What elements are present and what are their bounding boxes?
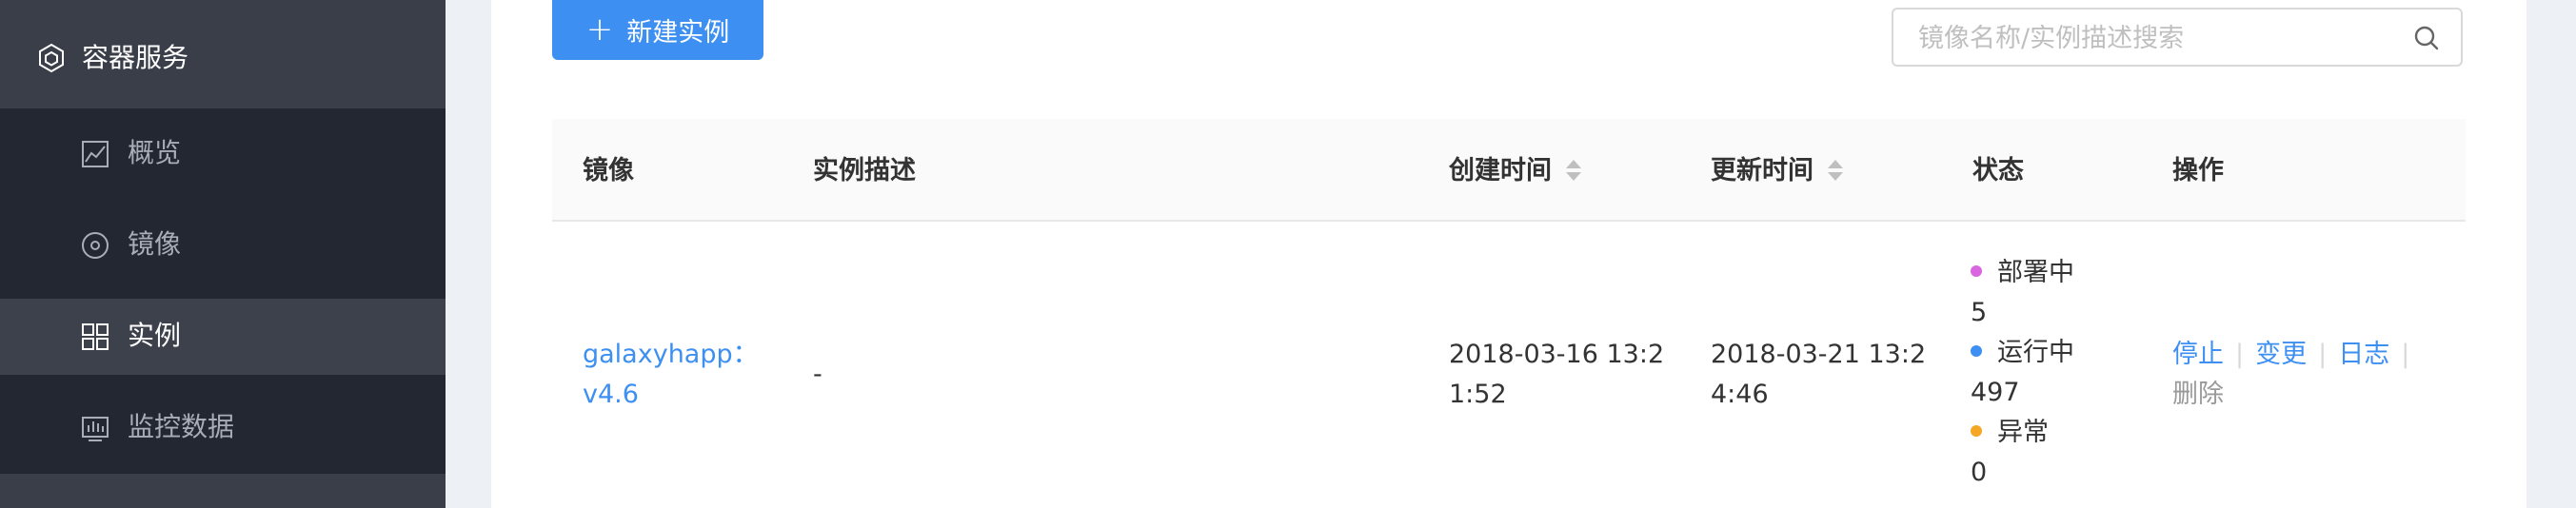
disc-icon	[82, 232, 109, 259]
sort-icon[interactable]	[1827, 158, 1844, 183]
status-label: 运行中	[1997, 338, 2074, 367]
sidebar-item-instances[interactable]: 实例	[0, 299, 446, 375]
image-version: v4.6	[583, 380, 639, 409]
action-divider: |	[2235, 340, 2245, 369]
chart-line-icon	[82, 141, 109, 167]
column-header-image: 镜像	[583, 156, 634, 186]
monitor-bars-icon	[82, 417, 109, 441]
delete-link[interactable]: 删除	[2172, 380, 2224, 409]
sidebar-item-label: 实例	[128, 320, 182, 351]
image-name: galaxyhapp：	[583, 340, 759, 369]
container-hexagon-icon	[39, 43, 64, 73]
status-dot	[1971, 264, 1982, 277]
updated-time-line2: 4:46	[1711, 380, 1769, 409]
created-time-line2: 1:52	[1449, 380, 1507, 409]
search-icon[interactable]	[2413, 25, 2440, 51]
action-divider: |	[2318, 340, 2328, 369]
sidebar-header-label: 容器服务	[82, 42, 189, 73]
status-deploying: 部署中 5	[1971, 253, 2074, 333]
grid-icon	[82, 323, 109, 350]
sidebar-item-monitoring[interactable]: 监控数据	[0, 390, 446, 466]
created-time-line1: 2018-03-16 13:2	[1449, 340, 1665, 369]
sort-icon[interactable]	[1565, 158, 1582, 183]
status-count: 0	[1971, 458, 1988, 487]
log-link[interactable]: 日志	[2338, 340, 2389, 369]
plus-icon: +	[585, 10, 614, 49]
sidebar-item-label: 镜像	[128, 228, 182, 260]
main-panel	[491, 0, 2526, 508]
sidebar-item-label: 概览	[128, 137, 182, 168]
change-link[interactable]: 变更	[2255, 340, 2307, 369]
status-label: 部署中	[1997, 258, 2074, 287]
column-header-created-label: 创建时间	[1449, 156, 1552, 186]
sidebar-item-images[interactable]: 镜像	[0, 207, 446, 283]
image-link[interactable]: galaxyhapp： v4.6	[583, 335, 759, 415]
new-instance-button[interactable]: + 新建实例	[552, 0, 763, 60]
column-header-status: 状态	[1972, 156, 2024, 186]
new-instance-button-label: 新建实例	[626, 18, 730, 48]
row-actions: 停止 | 变更 | 日志 | 删除	[2172, 335, 2439, 415]
column-header-description: 实例描述	[813, 156, 916, 186]
status-dot	[1971, 424, 1982, 437]
status-error: 异常 0	[1971, 413, 2049, 493]
sidebar-next-group	[0, 474, 446, 508]
sidebar-header[interactable]: 容器服务	[0, 0, 446, 108]
column-header-actions: 操作	[2172, 156, 2224, 186]
column-header-updated[interactable]: 更新时间	[1711, 155, 1844, 187]
status-running: 运行中 497	[1971, 333, 2074, 413]
status-dot	[1971, 344, 1982, 357]
updated-time: 2018-03-21 13:2 4:46	[1711, 335, 1926, 415]
search-input[interactable]	[1916, 19, 2396, 57]
status-label: 异常	[1997, 418, 2049, 447]
created-time: 2018-03-16 13:2 1:52	[1449, 335, 1664, 415]
column-header-created[interactable]: 创建时间	[1449, 155, 1582, 187]
sidebar: 容器服务 概览 镜像 实例 监控数据	[0, 0, 446, 508]
action-divider: |	[2401, 340, 2410, 369]
sidebar-item-overview[interactable]: 概览	[0, 116, 446, 192]
status-count: 5	[1971, 298, 1988, 327]
updated-time-line1: 2018-03-21 13:2	[1711, 340, 1927, 369]
instance-description: -	[813, 360, 822, 389]
status-count: 497	[1971, 378, 2020, 407]
column-header-updated-label: 更新时间	[1711, 156, 1813, 186]
sidebar-item-label: 监控数据	[128, 411, 235, 442]
search-box[interactable]	[1892, 8, 2463, 67]
stop-link[interactable]: 停止	[2172, 340, 2224, 369]
